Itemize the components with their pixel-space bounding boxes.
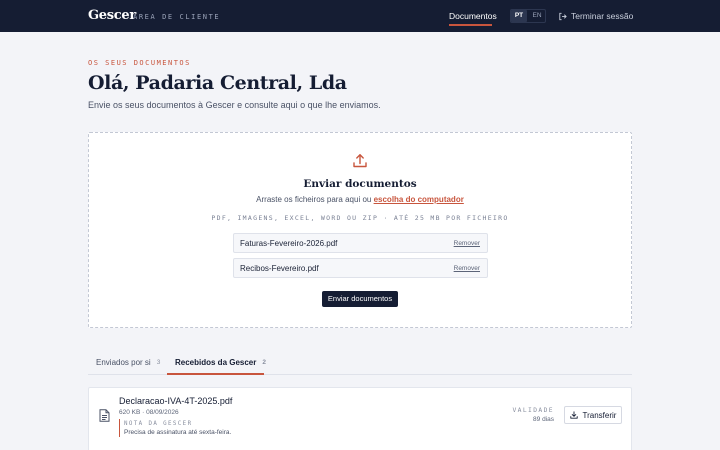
nav-documents[interactable]: Documentos: [449, 11, 497, 21]
validity-value: 89 dias: [533, 416, 554, 423]
selected-file-row: Recibos-Fevereiro.pdf Remover: [233, 258, 488, 278]
logout-label: Terminar sessão: [571, 11, 634, 21]
tab-label: Enviados por si: [96, 358, 151, 367]
remove-file-button[interactable]: Remover: [454, 240, 480, 247]
document-name[interactable]: Declaracao-IVA-4T-2025.pdf: [119, 396, 232, 406]
note-accent-bar: [119, 419, 120, 437]
note-text: Precisa de assinatura até sexta-feira.: [124, 429, 232, 436]
note-label: NOTA DA GESCER: [124, 421, 193, 427]
tab-count: 3: [156, 359, 161, 366]
validity-label: VALIDADE: [512, 407, 554, 414]
brand-subtitle: ÁREA DE CLIENTE: [133, 13, 221, 21]
tab-received-from-gescer[interactable]: Recebidos da Gescer 2: [175, 358, 266, 367]
upload-icon: [353, 154, 367, 168]
document-icon: [99, 409, 110, 422]
lang-pt-button[interactable]: PT: [511, 10, 527, 22]
nav-active-indicator: [449, 24, 492, 26]
brand-logo[interactable]: Gescer: [88, 8, 136, 23]
remove-file-button[interactable]: Remover: [454, 265, 480, 272]
logout-button[interactable]: Terminar sessão: [558, 10, 633, 22]
browse-computer-link[interactable]: escolha do computador: [374, 195, 464, 204]
upload-instructions: Arraste os ficheiros para aqui ou escolh…: [0, 195, 720, 204]
tab-sent-by-you[interactable]: Enviados por si 3: [96, 358, 160, 367]
upload-title: Enviar documentos: [303, 178, 417, 190]
page-title: Olá, Padaria Central, Lda: [88, 72, 347, 94]
submit-documents-button[interactable]: Enviar documentos: [322, 291, 398, 307]
page-subtitle: Envie os seus documentos à Gescer e cons…: [88, 100, 381, 110]
tab-label: Recebidos da Gescer: [175, 358, 257, 367]
tab-active-indicator: [167, 373, 264, 375]
accepted-formats: PDF, IMAGENS, EXCEL, WORD OU ZIP · ATÉ 2…: [211, 214, 509, 222]
download-icon: [569, 411, 578, 419]
selected-file-row: Faturas-Fevereiro-2026.pdf Remover: [233, 233, 488, 253]
drag-text: Arraste os ficheiros para aqui ou: [256, 195, 372, 204]
logout-icon: [559, 12, 567, 20]
download-button[interactable]: Transferir: [564, 406, 622, 424]
download-label: Transferir: [582, 410, 617, 420]
document-meta: 620 KB · 08/09/2026: [119, 409, 179, 416]
selected-file-name: Recibos-Fevereiro.pdf: [240, 264, 319, 273]
lang-en-button[interactable]: EN: [529, 10, 545, 22]
selected-file-name: Faturas-Fevereiro-2026.pdf: [240, 239, 338, 248]
section-eyebrow: OS SEUS DOCUMENTOS: [88, 59, 191, 67]
tab-count: 2: [262, 359, 266, 366]
